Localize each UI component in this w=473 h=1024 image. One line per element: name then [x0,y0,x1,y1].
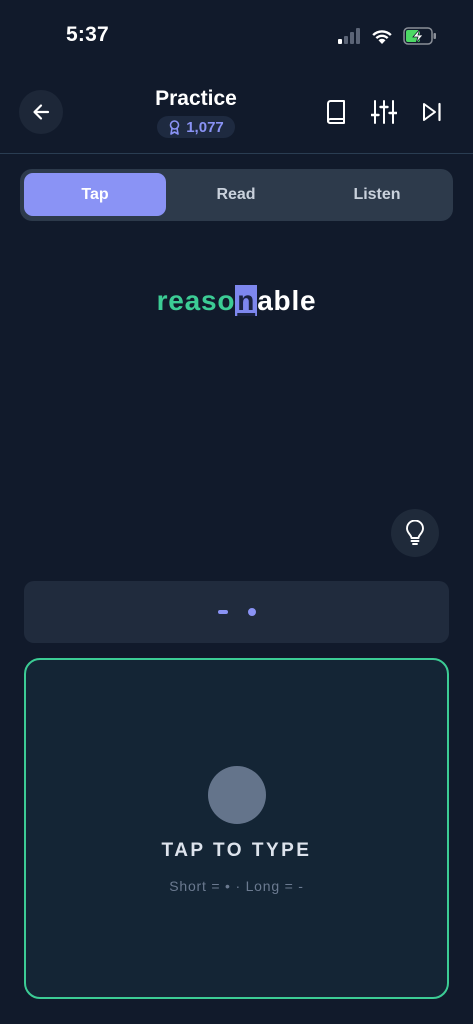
morse-dash [217,610,228,614]
tab-tap[interactable]: Tap [24,173,166,216]
award-icon [169,119,180,135]
morse-input-display [24,581,449,643]
sliders-icon [371,100,397,124]
status-time: 5:37 [66,23,109,46]
score-value: 1,077 [186,118,224,136]
tap-legend: Short = • · Long = - [169,878,304,894]
tap-to-type-label: TAP TO TYPE [161,840,312,861]
skip-forward-icon [423,102,441,122]
cellular-signal-icon [338,28,360,44]
tab-listen[interactable]: Listen [306,173,448,216]
status-icons [337,24,437,48]
battery-charging-icon [403,27,436,45]
mode-tabs: Tap Read Listen [20,169,453,221]
lightbulb-icon [406,520,424,545]
status-bar: 5:37 [0,0,473,70]
tap-indicator-circle [208,766,266,824]
hint-button[interactable] [391,509,439,557]
header: Practice 1,077 [0,78,473,154]
settings-button[interactable] [370,98,398,126]
practice-word: reasonable [0,285,473,317]
word-remaining-part: able [257,285,317,316]
word-current-letter: n [235,285,258,316]
tap-pad[interactable]: TAP TO TYPE Short = • · Long = - [24,658,449,999]
book-icon [327,100,345,124]
dictionary-button[interactable] [322,98,350,126]
word-completed-part: reaso [156,285,236,316]
morse-dot [247,608,256,616]
score-badge: 1,077 [157,116,235,138]
tab-read[interactable]: Read [165,173,307,216]
wifi-icon [372,29,392,44]
skip-button[interactable] [418,98,446,126]
